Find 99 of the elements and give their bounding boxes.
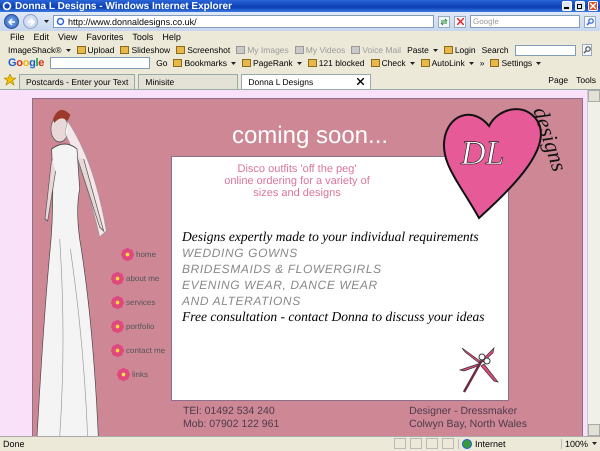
service-item: EVENING WEAR, DANCE WEAR — [182, 276, 379, 293]
toolbar-button[interactable]: Upload — [76, 45, 114, 56]
scrollbar[interactable] — [587, 90, 600, 436]
flower-icon — [111, 272, 124, 285]
search-icon — [583, 46, 591, 54]
flower-icon — [111, 344, 124, 357]
search-button[interactable] — [582, 44, 592, 56]
caret-icon — [44, 20, 49, 24]
coming-soon-heading: coming soon... — [232, 122, 388, 150]
toolbar-button[interactable]: Paste — [407, 45, 438, 56]
intro-text: Designs expertly made to your individual requirements — [182, 228, 480, 245]
refresh-icon — [440, 18, 448, 26]
forward-arrow-icon — [26, 18, 34, 26]
caret-icon — [410, 62, 415, 65]
subtitle-line: sizes and designs — [253, 186, 341, 199]
toolbar-icon — [120, 46, 130, 54]
toolbar-button[interactable]: Settings — [490, 58, 542, 68]
toolbar-icon — [420, 59, 430, 68]
toolbar-button[interactable]: Check — [370, 58, 415, 68]
toolbar-button[interactable]: Go — [156, 58, 168, 68]
flower-icon — [121, 248, 134, 261]
minimize-button[interactable] — [562, 1, 572, 12]
command-button[interactable]: Tools — [576, 75, 596, 86]
close-icon — [590, 3, 596, 10]
contact-text: TEl: 01492 534 240 — [183, 404, 276, 418]
caret-icon — [432, 48, 438, 52]
toolbar-icon — [76, 46, 86, 54]
toolbar-button[interactable]: » — [480, 58, 484, 68]
zoom-button[interactable]: 100% — [560, 438, 597, 449]
close-tab-icon[interactable] — [357, 78, 364, 86]
status-panel — [410, 438, 422, 450]
service-item: WEDDING GOWNS — [182, 244, 299, 261]
contact-text: Designer - Dressmaker — [409, 404, 518, 418]
caret-icon — [468, 62, 474, 65]
toolbar-icon — [490, 59, 500, 68]
menu-item[interactable]: File — [10, 32, 25, 42]
security-zone-text: Internet — [474, 438, 506, 449]
menu-item[interactable]: View — [58, 32, 78, 42]
browser-logo-icon — [2, 1, 12, 12]
logo-word: designs — [528, 104, 572, 174]
status-text: Done — [3, 438, 26, 449]
caret-icon — [592, 442, 597, 446]
service-item: AND ALTERATIONS — [182, 292, 302, 309]
page-icon — [56, 17, 65, 26]
window-title: Donna L Designs - Windows Internet Explorer — [15, 0, 233, 12]
search-icon — [586, 18, 594, 26]
toolbar-button[interactable]: 121 blocked — [308, 58, 365, 68]
menu-item[interactable]: Tools — [132, 32, 154, 42]
browser-tab[interactable]: Postcards - Enter your Text — [19, 74, 136, 89]
toolbar-button[interactable]: Screenshot — [176, 45, 230, 56]
status-panel — [442, 438, 454, 450]
consultation-text: Free consultation - contact Donna to discuss your ideas — [182, 308, 486, 325]
address-field[interactable]: http://www.donnaldesigns.co.uk/ — [53, 15, 434, 28]
subtitle-line: Disco outfits 'off the peg' — [238, 162, 356, 175]
status-panel — [394, 438, 406, 450]
maximize-button[interactable] — [575, 1, 585, 12]
search-field[interactable]: Google — [470, 15, 580, 28]
contact-text: Mob: 07902 122 961 — [183, 418, 280, 431]
toolbar-button[interactable]: Bookmarks — [173, 58, 236, 68]
favorites-star-icon[interactable] — [4, 74, 16, 86]
back-arrow-icon — [8, 18, 16, 26]
logo-initials: DL — [461, 134, 504, 172]
subtitle-line: online ordering for a variety of — [224, 174, 370, 187]
search-button[interactable] — [584, 16, 596, 28]
toolbar-icon — [351, 46, 360, 54]
close-button[interactable] — [588, 1, 598, 12]
contact-text: Colwyn Bay, North Wales — [409, 418, 527, 431]
refresh-button[interactable] — [438, 16, 450, 28]
caret-icon — [296, 62, 302, 65]
stop-button[interactable] — [454, 16, 466, 28]
menu-item[interactable]: Edit — [34, 32, 50, 42]
command-button[interactable]: Page — [548, 75, 568, 86]
caret-icon — [66, 48, 71, 52]
flower-icon — [117, 368, 130, 381]
google-search-field[interactable] — [50, 57, 150, 70]
toolbar-search-field[interactable] — [514, 44, 576, 56]
globe-icon — [462, 438, 472, 449]
google-logo: Google — [8, 57, 44, 70]
caret-icon — [230, 62, 236, 65]
toolbar-button[interactable]: AutoLink — [420, 58, 474, 68]
toolbar-button[interactable]: Login — [444, 45, 476, 56]
status-panel — [426, 438, 438, 450]
stop-icon — [456, 18, 464, 26]
menu-item[interactable]: Help — [162, 32, 181, 42]
browser-tab[interactable]: Minisite — [138, 74, 238, 89]
toolbar-button[interactable]: ImageShack® — [8, 45, 71, 56]
toolbar-icon — [444, 46, 453, 54]
restore-icon — [577, 3, 583, 10]
caret-icon — [536, 62, 542, 65]
flower-icon — [111, 296, 124, 309]
toolbar-button[interactable]: PageRank — [242, 58, 302, 68]
browser-tab[interactable]: Donna L Designs — [241, 74, 372, 89]
toolbar-button[interactable]: Slideshow — [120, 45, 170, 56]
service-item: BRIDESMAIDS & FLOWERGIRLS — [182, 260, 383, 277]
back-button[interactable] — [4, 14, 19, 30]
toolbar-icon — [370, 59, 380, 68]
menu-item[interactable]: Favorites — [86, 32, 124, 42]
search-label: Search — [482, 45, 509, 56]
flower-icon — [111, 320, 124, 333]
